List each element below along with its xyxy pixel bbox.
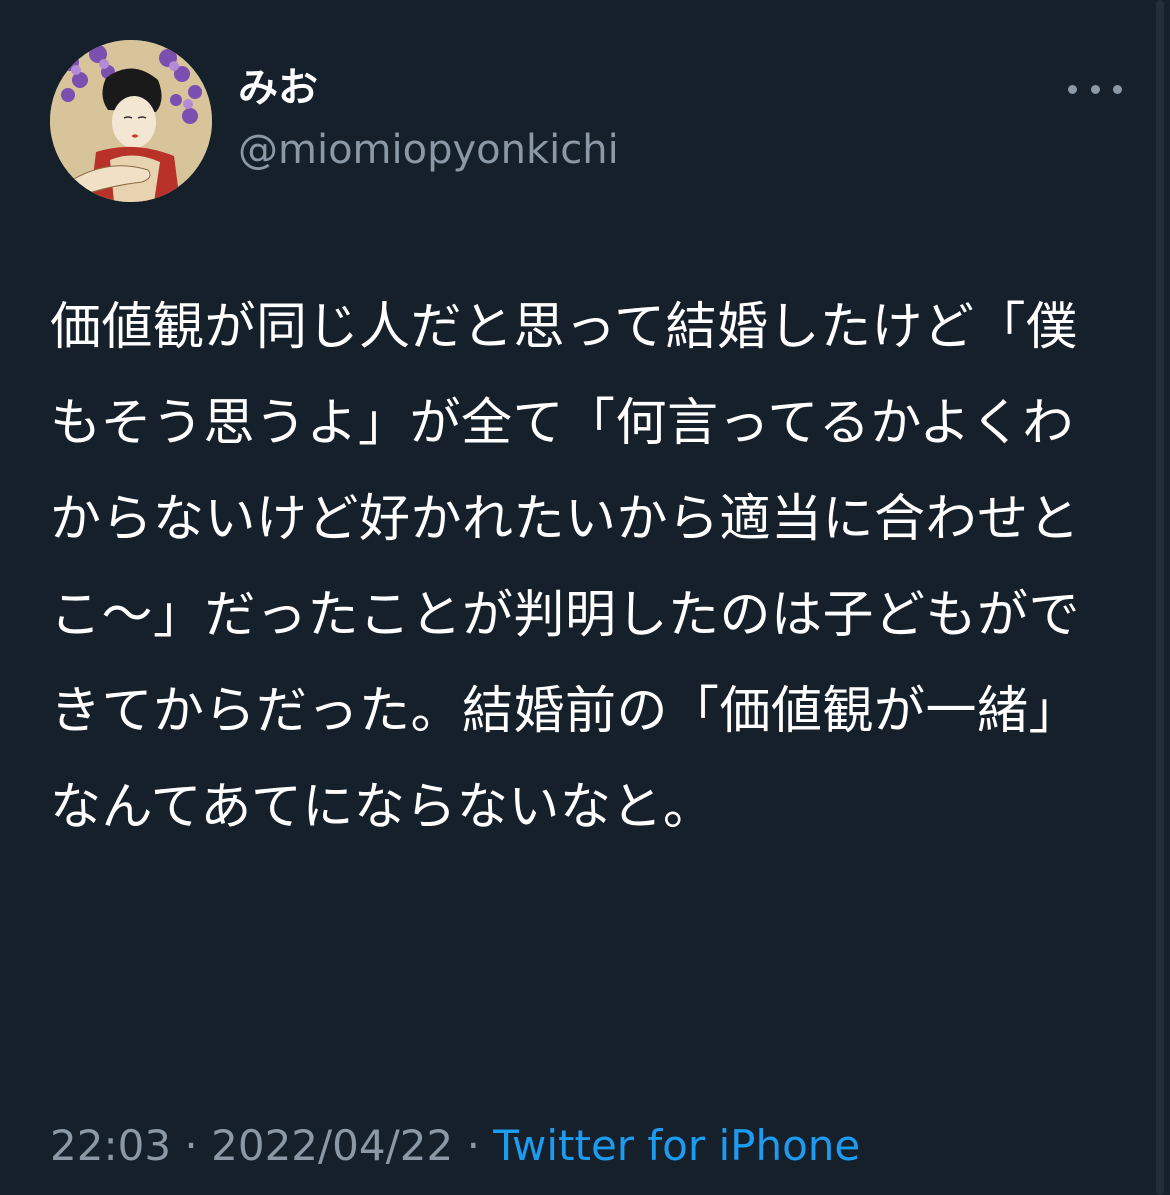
tweet-date[interactable]: 2022/04/22 [211,1121,453,1170]
tweet-source-link[interactable]: Twitter for iPhone [493,1121,860,1170]
avatar[interactable] [50,40,212,202]
dot [1090,84,1100,94]
meta-separator: · [184,1121,198,1170]
tweet-meta: 22:03 · 2022/04/22 · Twitter for iPhone [50,1118,860,1174]
tweet-detail: みお @miomiopyonkichi 価値観が同じ人だと思って結婚したけど「僕… [0,0,1170,1195]
meta-separator: · [466,1121,480,1170]
avatar-illustration [50,40,212,202]
more-horizontal-icon[interactable] [1068,74,1122,104]
dot [1068,84,1077,94]
display-name[interactable]: みお [238,62,318,114]
tweet-time[interactable]: 22:03 [50,1121,171,1170]
tweet-text: 価値観が同じ人だと思って結婚したけど「僕もそう思うよ」が全て「何言ってるかよくわ… [50,298,1081,837]
dot [1113,84,1122,94]
user-handle[interactable]: @miomiopyonkichi [238,124,619,176]
scrollbar[interactable] [1156,0,1164,1195]
